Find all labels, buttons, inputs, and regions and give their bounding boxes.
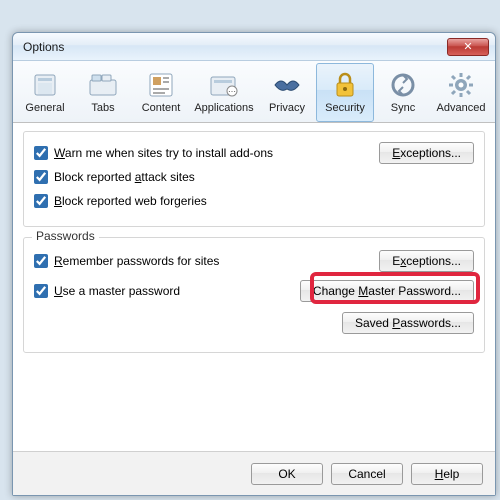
tab-applications[interactable]: ⋯ Applications	[190, 63, 258, 122]
use-master-input[interactable]	[34, 284, 48, 298]
tab-advanced[interactable]: Advanced	[432, 63, 490, 122]
options-tabs: General Tabs Content ⋯ Applications Priv…	[13, 61, 495, 123]
warn-addons-row: Warn me when sites try to install add-on…	[34, 142, 474, 164]
block-forgery-row: Block reported web forgeries	[34, 190, 474, 212]
tab-label: Privacy	[269, 102, 305, 114]
passwords-exceptions-button[interactable]: Exceptions...	[379, 250, 474, 272]
close-icon: ✕	[463, 40, 472, 53]
use-master-label: Use a master password	[54, 284, 180, 298]
addons-exceptions-button[interactable]: Exceptions...	[379, 142, 474, 164]
cancel-button[interactable]: Cancel	[331, 463, 403, 485]
dialog-buttons: OK Cancel Help	[13, 451, 495, 495]
tab-label: Tabs	[91, 102, 114, 114]
tab-sync[interactable]: Sync	[374, 63, 432, 122]
general-icon	[30, 71, 60, 99]
titlebar[interactable]: Options ✕	[13, 33, 495, 61]
tab-security[interactable]: Security	[316, 63, 374, 122]
ok-button[interactable]: OK	[251, 463, 323, 485]
remember-passwords-input[interactable]	[34, 254, 48, 268]
general-security-group: Warn me when sites try to install add-on…	[23, 131, 485, 227]
tabs-icon	[88, 71, 118, 99]
block-forgery-input[interactable]	[34, 194, 48, 208]
remember-passwords-label: Remember passwords for sites	[54, 254, 219, 268]
passwords-group-label: Passwords	[32, 229, 99, 243]
tab-label: Security	[325, 102, 365, 114]
content-icon	[146, 71, 176, 99]
security-icon	[330, 71, 360, 99]
close-button[interactable]: ✕	[447, 38, 489, 56]
warn-addons-checkbox[interactable]: Warn me when sites try to install add-on…	[34, 146, 273, 160]
block-attack-input[interactable]	[34, 170, 48, 184]
block-forgery-label: Block reported web forgeries	[54, 194, 207, 208]
help-button[interactable]: Help	[411, 463, 483, 485]
options-window: Options ✕ General Tabs Content ⋯	[12, 32, 496, 496]
saved-passwords-button[interactable]: Saved Passwords...	[342, 312, 474, 334]
block-attack-checkbox[interactable]: Block reported attack sites	[34, 170, 195, 184]
window-title: Options	[23, 40, 447, 54]
use-master-row: Use a master password Change Master Pass…	[34, 280, 474, 302]
tab-label: Content	[142, 102, 181, 114]
saved-passwords-row: Saved Passwords...	[34, 312, 474, 334]
remember-passwords-row: Remember passwords for sites Exceptions.…	[34, 250, 474, 272]
warn-addons-label: Warn me when sites try to install add-on…	[54, 146, 273, 160]
tab-label: Applications	[194, 102, 253, 114]
passwords-group: Passwords Remember passwords for sites E…	[23, 237, 485, 353]
use-master-checkbox[interactable]: Use a master password	[34, 284, 180, 298]
tab-general[interactable]: General	[16, 63, 74, 122]
tab-label: Sync	[391, 102, 415, 114]
warn-addons-input[interactable]	[34, 146, 48, 160]
block-attack-label: Block reported attack sites	[54, 170, 195, 184]
privacy-icon	[272, 71, 302, 99]
tab-label: General	[25, 102, 64, 114]
block-attack-row: Block reported attack sites	[34, 166, 474, 188]
security-panel: Warn me when sites try to install add-on…	[13, 123, 495, 449]
tab-privacy[interactable]: Privacy	[258, 63, 316, 122]
applications-icon: ⋯	[209, 71, 239, 99]
tab-label: Advanced	[437, 102, 486, 114]
remember-passwords-checkbox[interactable]: Remember passwords for sites	[34, 254, 219, 268]
tab-tabs[interactable]: Tabs	[74, 63, 132, 122]
advanced-icon	[446, 71, 476, 99]
tab-content[interactable]: Content	[132, 63, 190, 122]
svg-text:⋯: ⋯	[228, 87, 236, 96]
change-master-password-button[interactable]: Change Master Password...	[300, 280, 474, 302]
sync-icon	[388, 71, 418, 99]
block-forgery-checkbox[interactable]: Block reported web forgeries	[34, 194, 207, 208]
